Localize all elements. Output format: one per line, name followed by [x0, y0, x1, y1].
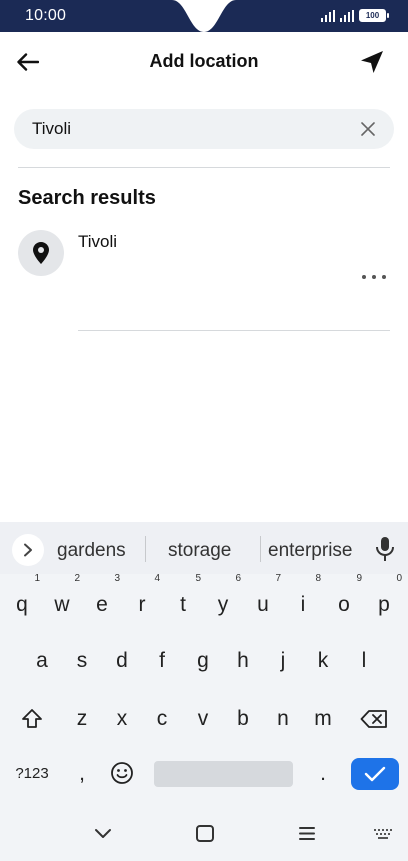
key-o[interactable]: o9	[324, 574, 364, 628]
status-bar: 10:00 100	[0, 0, 408, 32]
symbols-key[interactable]: ?123	[10, 751, 54, 797]
page-title: Add location	[149, 51, 259, 71]
key-f[interactable]: f	[142, 638, 182, 684]
suggestion-3[interactable]: enterprise	[268, 540, 353, 562]
key-g[interactable]: g	[183, 638, 223, 684]
key-n[interactable]: n	[263, 696, 303, 742]
key-y[interactable]: y6	[203, 574, 243, 628]
key-h[interactable]: h	[223, 638, 263, 684]
result-name: Tivoli	[78, 232, 118, 251]
battery-icon: 100	[359, 9, 389, 22]
key-p[interactable]: p0	[364, 574, 404, 628]
key-t[interactable]: t5	[163, 574, 203, 628]
divider	[145, 536, 146, 562]
emoji-icon	[111, 762, 133, 784]
divider	[78, 330, 390, 331]
key-b[interactable]: b	[223, 696, 263, 742]
key-c[interactable]: c	[142, 696, 182, 742]
key-m[interactable]: m	[303, 696, 343, 742]
divider	[18, 167, 390, 168]
more-options-button[interactable]	[362, 269, 386, 285]
location-pin-icon	[33, 242, 49, 264]
signal-icon-2	[340, 9, 354, 22]
more-icon-dot	[382, 275, 386, 279]
divider	[260, 536, 261, 562]
key-k[interactable]: k	[303, 638, 343, 684]
key-a[interactable]: a	[22, 638, 62, 684]
nav-home-icon[interactable]	[194, 822, 216, 844]
battery-level: 100	[365, 10, 380, 20]
system-nav-bar	[0, 803, 408, 861]
more-icon-dot	[372, 275, 376, 279]
backspace-icon	[360, 710, 387, 728]
key-r[interactable]: r4	[122, 574, 162, 628]
comma-key[interactable]: ,	[62, 751, 102, 797]
search-input[interactable]	[32, 109, 332, 149]
status-icons: 100	[321, 9, 389, 22]
navigation-arrow-icon	[361, 51, 383, 73]
app-header: Add location	[0, 32, 408, 92]
key-x[interactable]: x	[102, 696, 142, 742]
key-j[interactable]: j	[263, 638, 303, 684]
location-avatar	[18, 230, 64, 276]
key-w[interactable]: w2	[42, 574, 82, 628]
search-box	[14, 109, 394, 149]
enter-key[interactable]	[351, 758, 399, 790]
current-location-button[interactable]	[356, 46, 388, 78]
check-icon	[364, 766, 386, 782]
expand-toolbar-button[interactable]	[12, 534, 44, 566]
period-key[interactable]: .	[303, 751, 343, 797]
key-u[interactable]: u7	[243, 574, 283, 628]
chevron-right-icon	[24, 543, 32, 557]
key-l[interactable]: l	[344, 638, 384, 684]
more-icon-dot	[362, 275, 366, 279]
key-e[interactable]: e3	[82, 574, 122, 628]
shift-key[interactable]	[12, 696, 52, 742]
shift-icon	[22, 709, 42, 728]
key-i[interactable]: i8	[283, 574, 323, 628]
signal-icon	[321, 9, 335, 22]
space-key[interactable]	[154, 761, 293, 787]
key-q[interactable]: q1	[2, 574, 42, 628]
keyboard: gardens storage enterprise q1 w2 e3 r4 t…	[0, 522, 408, 803]
search-results-heading: Search results	[18, 187, 156, 209]
key-s[interactable]: s	[62, 638, 102, 684]
key-d[interactable]: d	[102, 638, 142, 684]
emoji-key[interactable]	[102, 751, 142, 797]
nav-back-icon[interactable]	[92, 822, 114, 844]
key-z[interactable]: z	[62, 696, 102, 742]
close-icon[interactable]	[358, 119, 378, 139]
suggestion-2[interactable]: storage	[168, 540, 231, 562]
suggestion-bar: gardens storage enterprise	[0, 522, 408, 574]
keyboard-icon[interactable]	[372, 822, 394, 844]
list-item[interactable]: Tivoli	[0, 225, 408, 331]
nav-recents-icon[interactable]	[296, 822, 318, 844]
mic-icon[interactable]	[374, 536, 396, 562]
suggestion-1[interactable]: gardens	[57, 540, 126, 562]
key-v[interactable]: v	[183, 696, 223, 742]
status-time: 10:00	[25, 7, 67, 24]
backspace-key[interactable]	[354, 696, 394, 742]
